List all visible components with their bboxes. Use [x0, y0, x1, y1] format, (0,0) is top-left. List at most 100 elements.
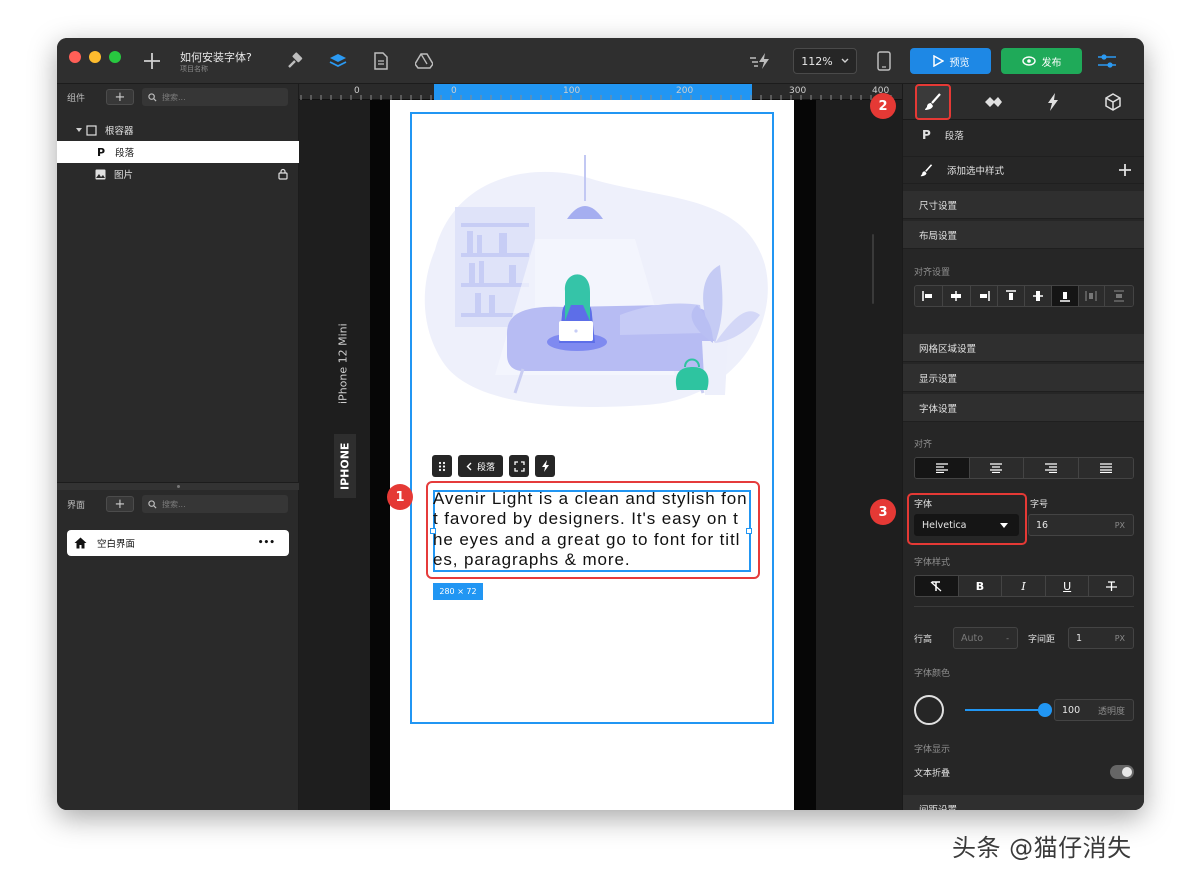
font-display-label: 字体显示 — [914, 745, 951, 755]
fit-frame-icon[interactable] — [509, 455, 529, 477]
brush-icon — [920, 163, 933, 176]
wrap-toggle[interactable] — [1110, 765, 1134, 779]
line-height-input[interactable]: Auto - — [953, 627, 1018, 649]
tree-item-paragraph[interactable]: P 段落 — [57, 141, 299, 163]
preview-button[interactable]: 预览 — [910, 48, 991, 74]
bolt-icon — [1048, 93, 1058, 111]
preview-label: 预览 — [949, 57, 970, 69]
design-canvas[interactable]: 0 0 100 200 300 400 iPhone 12 Mini IPHON… — [299, 84, 902, 810]
italic-icon[interactable]: I — [1002, 576, 1046, 596]
align-top-icon[interactable] — [998, 286, 1025, 306]
minimize-window-button[interactable] — [89, 51, 101, 63]
add-icon[interactable] — [1118, 163, 1132, 177]
font-family-label: 字体 — [914, 500, 933, 510]
caret-down-icon[interactable] — [76, 127, 82, 133]
section-font[interactable]: 字体设置 — [903, 394, 1144, 422]
section-display[interactable]: 显示设置 — [903, 364, 1144, 392]
hammer-icon[interactable] — [284, 50, 306, 72]
text-align-center-icon[interactable] — [969, 458, 1024, 478]
title-bar: 如何安装字体? 项目名称 112% 预览 发布 — [57, 38, 1144, 84]
text-align-justify-icon[interactable] — [1078, 458, 1133, 478]
tab-style[interactable] — [903, 84, 963, 120]
project-title[interactable]: 如何安装字体? — [180, 49, 252, 65]
clear-format-icon[interactable] — [915, 576, 959, 596]
align-left-icon[interactable] — [915, 286, 943, 306]
resize-handle-right[interactable] — [746, 528, 752, 534]
letter-spacing-input[interactable]: 1 PX — [1068, 627, 1134, 649]
close-window-button[interactable] — [69, 51, 81, 63]
align-center-v-icon[interactable] — [1025, 286, 1052, 306]
phone-screen[interactable]: 段落 Avenir Light is a clean and stylish f… — [390, 100, 794, 810]
layers-icon[interactable] — [327, 50, 349, 72]
ruler-label: 0 — [451, 86, 457, 96]
publish-button[interactable]: 发布 — [1001, 48, 1082, 74]
zoom-select[interactable]: 112% — [793, 48, 857, 74]
screen-search-input[interactable]: 搜索... — [142, 495, 288, 513]
component-search-input[interactable]: 搜索... — [142, 88, 288, 106]
add-style-row[interactable]: 添加选中样式 — [903, 156, 1144, 184]
text-align-left-icon[interactable] — [915, 458, 970, 478]
component-search-placeholder: 搜索... — [162, 92, 186, 102]
settings-sliders-icon[interactable] — [1096, 50, 1118, 72]
lock-icon[interactable] — [278, 168, 288, 180]
paragraph-text[interactable]: Avenir Light is a clean and stylish font… — [433, 489, 749, 570]
tree-item-image[interactable]: 图片 — [57, 163, 299, 185]
app-window: 如何安装字体? 项目名称 112% 预览 发布 组件 + 搜索... 根容器 P… — [57, 38, 1144, 810]
style-tab-highlight — [915, 84, 951, 120]
font-size-input[interactable]: 16 PX — [1028, 514, 1134, 536]
add-component-button[interactable]: + — [106, 89, 134, 105]
drag-handle-icon[interactable] — [432, 455, 452, 477]
tree-item-root[interactable]: 根容器 — [57, 119, 299, 141]
underline-icon[interactable]: U — [1045, 576, 1090, 596]
document-icon[interactable] — [370, 50, 392, 72]
brush-icon — [925, 93, 941, 110]
select-parent-button[interactable]: 段落 — [458, 455, 503, 477]
tab-interaction[interactable] — [1023, 84, 1083, 120]
section-layout[interactable]: 布局设置 — [903, 221, 1144, 249]
distribute-v-icon[interactable] — [1105, 286, 1133, 306]
align-center-h-icon[interactable] — [942, 286, 971, 306]
play-icon — [932, 55, 944, 67]
section-display-label: 显示设置 — [919, 373, 958, 385]
screen-item-blank[interactable]: 空白界面 ••• — [67, 530, 289, 556]
section-size[interactable]: 尺寸设置 — [903, 191, 1144, 219]
device-type-tag[interactable]: IPHONE — [334, 434, 356, 498]
section-grid[interactable]: 网格区域设置 — [903, 334, 1144, 362]
add-screen-button[interactable]: + — [106, 496, 134, 512]
opacity-input[interactable]: 100 透明度 — [1054, 699, 1134, 721]
device-icon[interactable] — [873, 50, 895, 72]
text-align-right-icon[interactable] — [1024, 458, 1079, 478]
section-layout-label: 布局设置 — [919, 230, 958, 242]
caret-down-icon — [1000, 522, 1008, 528]
interaction-bolt-icon[interactable] — [535, 455, 555, 477]
watermark: 头条 @猫仔消失 — [952, 834, 1132, 862]
bold-icon[interactable]: B — [958, 576, 1003, 596]
search-icon — [148, 499, 157, 509]
more-options-icon[interactable]: ••• — [258, 538, 275, 548]
interaction-bolt-icon[interactable] — [750, 50, 772, 72]
font-color-swatch[interactable] — [914, 695, 944, 725]
wrap-toggle-knob — [1122, 767, 1132, 777]
tree-item-root-label: 根容器 — [105, 126, 134, 137]
text-align-group — [914, 457, 1134, 479]
align-bottom-icon[interactable] — [1051, 286, 1079, 306]
canvas-scrollbar[interactable] — [872, 234, 874, 304]
tab-data[interactable] — [1083, 84, 1143, 120]
ruler-label: 0 — [354, 86, 360, 96]
search-icon — [148, 92, 157, 102]
tab-components[interactable] — [963, 84, 1023, 120]
section-spacing[interactable]: 间距设置 — [903, 795, 1144, 810]
opacity-slider-thumb[interactable] — [1038, 703, 1052, 717]
distribute-h-icon[interactable] — [1078, 286, 1106, 306]
opacity-slider-track[interactable] — [965, 709, 1045, 711]
ruler-label: 100 — [563, 86, 581, 96]
font-family-select[interactable]: Helvetica — [914, 514, 1019, 536]
align-right-icon[interactable] — [970, 286, 999, 306]
zoom-window-button[interactable] — [109, 51, 121, 63]
eye-icon — [1021, 56, 1036, 66]
drive-icon[interactable] — [413, 50, 435, 72]
resize-handle-left[interactable] — [430, 528, 436, 534]
strikethrough-icon[interactable] — [1089, 576, 1133, 596]
add-icon[interactable] — [141, 50, 163, 72]
panel-splitter[interactable] — [57, 482, 299, 490]
